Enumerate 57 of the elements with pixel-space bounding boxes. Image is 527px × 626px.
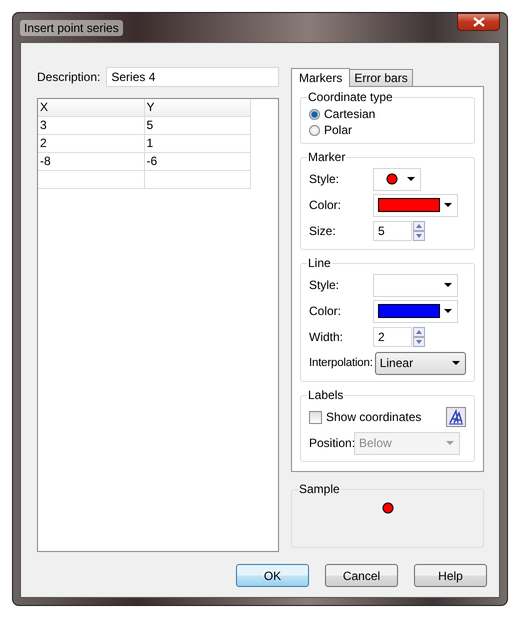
group-title: Sample — [298, 482, 341, 496]
column-header[interactable]: X — [38, 99, 144, 117]
dropdown-arrow-icon — [452, 361, 460, 365]
group-title: Coordinate type — [307, 90, 394, 104]
window-title: Insert point series — [20, 20, 123, 36]
table-cell[interactable]: 3 — [38, 117, 144, 135]
group-title: Line — [307, 256, 332, 270]
marker-preview — [382, 502, 394, 514]
width-field[interactable]: 2 — [373, 327, 412, 347]
color-label: Color: — [309, 198, 342, 212]
group-title: Marker — [307, 150, 346, 164]
style-label: Style: — [309, 172, 340, 186]
color-dropdown[interactable] — [373, 300, 458, 322]
empty-cell[interactable] — [38, 171, 144, 189]
font-button[interactable] — [446, 407, 466, 427]
position-label: Position: — [309, 436, 354, 450]
description-field[interactable]: Series 4 — [106, 67, 279, 87]
description-label: Description: — [37, 70, 100, 84]
table-cell[interactable]: -6 — [144, 153, 251, 171]
radio-label: Polar — [324, 123, 352, 137]
table-cell[interactable]: -8 — [38, 153, 144, 171]
tab[interactable]: Markers — [291, 68, 350, 87]
style-label: Style: — [309, 278, 340, 292]
dropdown-arrow-icon — [444, 203, 452, 207]
checkbox[interactable] — [309, 410, 322, 424]
dropdown-arrow-icon — [446, 441, 454, 445]
marker-dot-icon — [386, 173, 398, 185]
width-label: Width: — [309, 330, 344, 344]
font-icon — [448, 409, 464, 425]
dialog-button[interactable]: OK — [236, 564, 309, 587]
dialog-button[interactable]: Help — [414, 564, 487, 587]
group-title: Labels — [307, 388, 344, 402]
table-cell[interactable]: 5 — [144, 117, 251, 135]
color-label: Color: — [309, 304, 342, 318]
column-header[interactable]: Y — [144, 99, 251, 117]
dropdown-arrow-icon — [407, 177, 415, 181]
marker-style-dropdown[interactable] — [373, 168, 421, 190]
close-icon — [472, 17, 484, 27]
interpolation-dropdown[interactable]: Linear — [374, 352, 466, 374]
spin-buttons[interactable] — [413, 327, 425, 347]
close-button[interactable] — [457, 13, 500, 31]
size-label: Size: — [309, 224, 337, 238]
interpolation-label: Interpolation: — [309, 357, 373, 369]
dialog-button[interactable]: Cancel — [325, 564, 398, 587]
dropdown-arrow-icon — [444, 283, 452, 287]
tab[interactable]: Error bars — [349, 69, 413, 86]
spin-buttons[interactable] — [413, 221, 425, 241]
empty-cell[interactable] — [144, 171, 251, 189]
color-dropdown[interactable] — [373, 194, 458, 216]
radio-button[interactable] — [309, 108, 320, 120]
radio-button[interactable] — [309, 124, 320, 136]
radio-label: Cartesian — [324, 107, 376, 121]
dropdown-arrow-icon — [444, 309, 452, 313]
checkbox-label: Show coordinates — [326, 410, 422, 424]
size-field[interactable]: 5 — [373, 221, 412, 241]
table-cell[interactable]: 1 — [144, 135, 251, 153]
table-cell[interactable]: 2 — [38, 135, 144, 153]
